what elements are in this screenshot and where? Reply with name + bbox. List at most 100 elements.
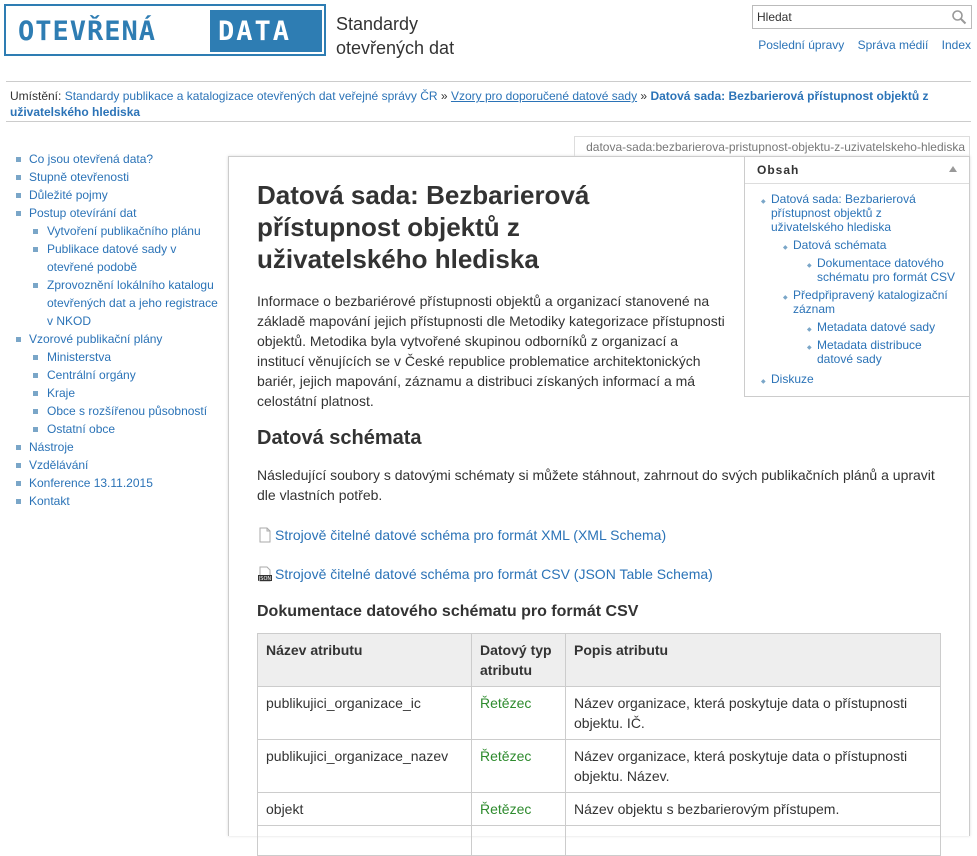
document-icon [259,527,271,543]
sidebar-link-central-bodies[interactable]: Centrální orgány [47,368,136,382]
schemas-heading: Datová schémata [257,427,422,449]
user-tools: Poslední úpravy Správa médií Index [748,38,971,52]
attributes-table: Název atributu Datový typ atributu Popis… [257,633,941,856]
toc-title: Obsah [757,163,800,177]
attribute-type [471,825,566,856]
search-icon[interactable] [951,9,967,25]
attribute-name: publikujici_organizace_nazev [257,739,472,793]
sidebar-link-education[interactable]: Vzdělávání [29,458,88,472]
breadcrumb-divider [6,121,971,122]
sidebar-item: Nástroje [12,438,222,456]
sidebar-subitem: Centrální orgány [29,366,222,384]
sidebar-item: Co jsou otevřená data? [12,150,222,168]
column-header: Datový typ atributu [471,633,566,687]
attribute-name: objekt [257,792,472,826]
sidebar-link-publication-plan[interactable]: Vytvoření publikačního plánu [47,224,201,238]
sidebar-link-what-is-open-data[interactable]: Co jsou otevřená data? [29,152,153,166]
csv-docs-heading: Dokumentace datového schématu pro formát… [257,603,639,620]
toc-item: Diskuze [761,372,957,389]
sidebar-link-key-terms[interactable]: Důležité pojmy [29,188,108,202]
toc-item: Předpřipravený katalogizační záznam Meta… [771,288,957,366]
sidebar-link-regions[interactable]: Kraje [47,386,75,400]
table-of-contents: Obsah Datová sada: Bezbarierová přístupn… [744,157,969,397]
logo-text-open: OTEVŘENÁ [18,16,157,47]
csv-schema-file: JSON Strojově čitelné datové schéma pro … [257,565,713,583]
index-link[interactable]: Index [942,38,971,52]
toc-link-discussion[interactable]: Diskuze [771,372,814,386]
table-row: publikujici_organizace_nazev Řetězec Náz… [257,739,941,793]
breadcrumb-label: Umístění: [10,89,62,103]
sidebar-link-other-municipalities[interactable]: Ostatní obce [47,422,115,436]
sidebar-link-opening-process[interactable]: Postup otevírání dat [29,206,136,220]
attribute-name: publikujici_organizace_ic [257,686,472,740]
header-divider [6,81,971,82]
collapse-arrow-icon[interactable] [949,165,957,173]
attribute-description [565,825,941,856]
sidebar-link-local-catalog[interactable]: Zprovoznění lokálního katalogu otevřenýc… [47,278,218,328]
sidebar-subitem: Zprovoznění lokálního katalogu otevřenýc… [29,276,222,330]
table-row: publikujici_organizace_ic Řetězec Název … [257,686,941,740]
sidebar-link-contact[interactable]: Kontakt [29,494,70,508]
breadcrumb-item-templates[interactable]: Vzory pro doporučené datové sady [451,89,637,103]
sidebar-link-dataset-publication[interactable]: Publikace datové sady v otevřené podobě [47,242,176,274]
logo-text-data: DATA [218,16,292,47]
site-title[interactable]: Standardy otevřených dat [336,12,506,60]
sidebar-link-sample-plans[interactable]: Vzorové publikační plány [29,332,162,346]
search-box [752,5,972,29]
attribute-name [257,825,472,856]
breadcrumb: Umístění: Standardy publikace a katalogi… [10,88,960,120]
search-input[interactable] [753,6,943,28]
page-title: Datová sada: Bezbarierová přístupnost ob… [257,180,590,274]
table-row [257,825,941,856]
breadcrumb-item-standards[interactable]: Standardy publikace a katalogizace otevř… [65,89,438,103]
page-id: datova-sada:bezbarierova-pristupnost-obj… [574,136,970,157]
sidebar-link-ministries[interactable]: Ministerstva [47,350,111,364]
table-header-row: Název atributu Datový typ atributu Popis… [257,633,941,687]
toc-link-schemas[interactable]: Datová schémata [793,238,886,252]
breadcrumb-separator: » [640,89,648,103]
sidebar-item: Vzdělávání [12,456,222,474]
sidebar-subitem: Ostatní obce [29,420,222,438]
site-logo[interactable]: OTEVŘENÁ DATA [4,4,326,56]
svg-text:JSON: JSON [258,576,272,582]
toc-link-dataset-metadata[interactable]: Metadata datové sady [817,320,935,334]
csv-schema-link[interactable]: Strojově čitelné datové schéma pro formá… [275,566,713,582]
sidebar-item: Vzorové publikační plány Ministerstva Ce… [12,330,222,438]
toc-link-csv-docs[interactable]: Dokumentace datového schématu pro formát… [817,256,955,284]
sidebar-subitem: Obce s rozšířenou působností [29,402,222,420]
attribute-type: Řetězec [471,792,566,826]
sidebar-nav: Co jsou otevřená data? Stupně otevřenost… [12,150,222,510]
xml-schema-file: Strojově čitelné datové schéma pro formá… [257,526,666,544]
sidebar-item: Důležité pojmy [12,186,222,204]
schemas-intro: Následující soubory s datovými schématy … [257,467,935,503]
sidebar-item: Postup otevírání dat Vytvoření publikačn… [12,204,222,330]
sidebar-subitem: Ministerstva [29,348,222,366]
recent-changes-link[interactable]: Poslední úpravy [758,38,844,52]
intro-paragraph: Informace o bezbariérové přístupnosti ob… [257,293,725,409]
toc-link-catalog-record[interactable]: Předpřipravený katalogizační záznam [793,288,948,316]
sidebar-link-tools[interactable]: Nástroje [29,440,74,454]
sidebar-link-municipalities-extended[interactable]: Obce s rozšířenou působností [47,404,207,418]
toc-item: Dokumentace datového schématu pro formát… [793,256,957,284]
sidebar-item: Stupně otevřenosti [12,168,222,186]
xml-schema-link[interactable]: Strojově čitelné datové schéma pro formá… [275,527,666,543]
toc-header[interactable]: Obsah [745,157,969,184]
attribute-type: Řetězec [471,686,566,740]
sidebar-item: Kontakt [12,492,222,510]
sidebar-subitem: Vytvoření publikačního plánu [29,222,222,240]
toc-link-distribution-metadata[interactable]: Metadata distribuce datové sady [817,338,922,366]
toc-link-title[interactable]: Datová sada: Bezbarierová přístupnost ob… [771,192,916,234]
sidebar-item: Konference 13.11.2015 [12,474,222,492]
attribute-description: Název objektu s bezbarierovým přístupem. [565,792,941,826]
column-header: Popis atributu [565,633,941,687]
media-manager-link[interactable]: Správa médií [858,38,929,52]
toc-item: Datová sada: Bezbarierová přístupnost ob… [761,192,957,366]
sidebar-link-openness-levels[interactable]: Stupně otevřenosti [29,170,129,184]
toc-item: Metadata distribuce datové sady [793,338,957,366]
attribute-type: Řetězec [471,739,566,793]
sidebar-link-conference[interactable]: Konference 13.11.2015 [29,476,153,490]
column-header: Název atributu [257,633,472,687]
table-row: objekt Řetězec Název objektu s bezbarier… [257,792,941,826]
toc-item: Metadata datové sady [793,320,957,337]
main-content: Obsah Datová sada: Bezbarierová přístupn… [228,156,970,856]
